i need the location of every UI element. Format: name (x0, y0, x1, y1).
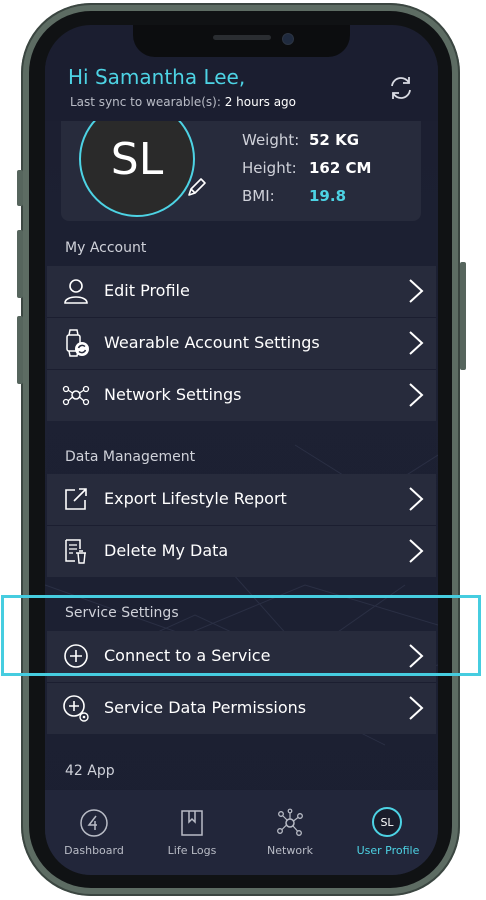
delete-my-data-row[interactable]: Delete My Data (47, 526, 436, 577)
watch-sync-icon (66, 329, 89, 357)
chevron-right-icon (409, 487, 424, 511)
edit-profile-row[interactable]: Edit Profile (47, 266, 436, 317)
section-data-management: Data Management (65, 449, 196, 465)
chevron-right-icon (409, 383, 424, 407)
delete-my-data-label: Delete My Data (104, 541, 229, 560)
network-icon (277, 808, 303, 836)
camera (282, 33, 294, 45)
user-icon (64, 279, 88, 304)
bmi-label: BMI: (242, 187, 275, 205)
sync-time: 2 hours ago (224, 95, 297, 109)
tab-dashboard[interactable]: Dashboard (45, 790, 143, 875)
chevron-right-icon (409, 696, 424, 720)
network-settings-row[interactable]: Network Settings (47, 370, 436, 421)
tab-life-logs-label: Life Logs (167, 844, 217, 857)
section-42-app: 42 App (65, 763, 115, 779)
tab-user-profile-label: User Profile (356, 844, 420, 857)
bottom-tab-bar: Dashboard Life Logs Network SL User Prof… (45, 790, 438, 875)
sync-icon[interactable] (386, 73, 416, 103)
weight-label: Weight: (242, 131, 300, 149)
dashboard-icon (80, 809, 108, 837)
mute-switch (17, 170, 23, 206)
chevron-right-icon (409, 331, 424, 355)
notch (133, 25, 350, 57)
wearable-account-settings-label: Wearable Account Settings (104, 333, 320, 352)
delete-data-icon (65, 539, 86, 564)
service-data-permissions-label: Service Data Permissions (104, 698, 307, 717)
greeting-title: Hi Samantha Lee, (68, 65, 246, 89)
volume-down-button (17, 316, 23, 384)
export-lifestyle-report-row[interactable]: Export Lifestyle Report (47, 474, 436, 525)
section-my-account: My Account (65, 240, 147, 256)
height-value: 162 CM (309, 159, 372, 177)
export-lifestyle-report-label: Export Lifestyle Report (104, 489, 287, 508)
network-icon (62, 385, 90, 406)
pencil-icon[interactable] (185, 175, 209, 199)
chevron-right-icon (409, 539, 424, 563)
tab-network-label: Network (267, 844, 313, 857)
tab-life-logs[interactable]: Life Logs (143, 790, 241, 875)
bookmark-icon (181, 810, 203, 836)
sync-status: Last sync to wearable(s): 2 hours ago (70, 95, 296, 109)
tab-dashboard-label: Dashboard (64, 844, 124, 857)
volume-up-button (17, 230, 23, 298)
highlight-box (1, 595, 481, 676)
plus-circle-gear-icon (63, 695, 89, 722)
bmi-value: 19.8 (309, 187, 347, 205)
power-button (460, 262, 466, 370)
network-settings-label: Network Settings (104, 385, 242, 404)
edit-profile-label: Edit Profile (104, 281, 190, 300)
service-data-permissions-row[interactable]: Service Data Permissions (47, 683, 436, 734)
tab-user-profile[interactable]: SL User Profile (339, 790, 437, 875)
export-icon (65, 488, 87, 510)
screen: SL Weight: 52 KG Height: 162 CM BMI: 19.… (45, 25, 438, 875)
speaker (213, 35, 271, 40)
height-label: Height: (242, 159, 297, 177)
wearable-account-settings-row[interactable]: Wearable Account Settings (47, 318, 436, 369)
chevron-right-icon (409, 279, 424, 303)
sync-prefix: Last sync to wearable(s): (70, 95, 221, 109)
tab-network[interactable]: Network (241, 790, 339, 875)
weight-value: 52 KG (309, 131, 360, 149)
avatar-initials: SL (110, 133, 164, 185)
user-profile-badge: SL (372, 807, 402, 837)
